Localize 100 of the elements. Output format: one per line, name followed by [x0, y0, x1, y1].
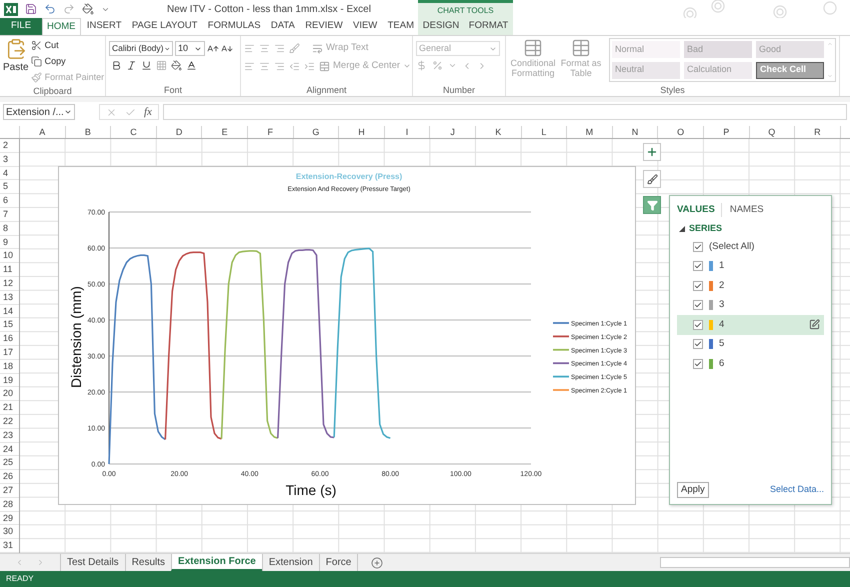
edit-series-icon[interactable]	[809, 319, 820, 330]
undo-icon[interactable]	[44, 3, 56, 15]
ribbon-tab[interactable]: INSERT	[82, 18, 126, 35]
row-header[interactable]: 11	[0, 263, 19, 277]
checkbox[interactable]	[693, 300, 703, 310]
ribbon-tab[interactable]: HOME	[42, 18, 80, 35]
apply-button[interactable]: Apply	[677, 482, 709, 498]
select-data-link[interactable]: Select Data...	[770, 483, 824, 497]
align-middle-icon[interactable]	[259, 42, 270, 54]
font-size-field[interactable]: 10	[175, 41, 205, 56]
chart-element-button[interactable]	[643, 196, 661, 214]
clipboard-command[interactable]: Cut	[30, 38, 104, 53]
currency-icon[interactable]	[416, 60, 427, 71]
save-icon[interactable]	[25, 3, 37, 15]
horizontal-scrollbar[interactable]	[660, 557, 850, 568]
row-header[interactable]: 29	[0, 512, 19, 526]
fill-color-icon[interactable]	[171, 60, 182, 71]
name-box[interactable]: Extension /...	[3, 104, 75, 120]
insert-function-button[interactable]: fx	[144, 104, 152, 120]
row-header[interactable]: 6	[0, 194, 19, 208]
checkbox[interactable]	[693, 242, 703, 252]
row-header[interactable]: 15	[0, 318, 19, 332]
column-header[interactable]: P	[704, 126, 750, 138]
column-header[interactable]: K	[476, 126, 522, 138]
column-header[interactable]: Q	[750, 126, 796, 138]
copy-icon[interactable]	[30, 56, 42, 67]
enter-icon[interactable]	[125, 106, 136, 118]
series-filter-item[interactable]: 2	[677, 276, 824, 296]
row-header[interactable]: 12	[0, 276, 19, 291]
column-header[interactable]: D	[156, 126, 202, 138]
row-header[interactable]: 13	[0, 290, 19, 305]
column-header[interactable]: F	[248, 126, 294, 138]
align-bottom-icon[interactable]	[274, 42, 285, 54]
redo-icon[interactable]	[63, 3, 75, 15]
ribbon-tab[interactable]: REVIEW	[301, 18, 347, 35]
percent-icon[interactable]	[432, 60, 443, 71]
row-header[interactable]: 26	[0, 470, 19, 484]
paste-button[interactable]: Paste	[3, 38, 29, 85]
row-header[interactable]: 18	[0, 360, 19, 374]
series-filter-item[interactable]: 5	[677, 334, 824, 354]
underline-icon[interactable]	[141, 60, 152, 71]
row-header[interactable]: 9	[0, 236, 19, 250]
row-header[interactable]: 19	[0, 374, 19, 388]
paint-bucket-icon[interactable]	[82, 3, 94, 15]
row-header[interactable]: 27	[0, 484, 19, 498]
checkbox[interactable]	[693, 358, 703, 369]
series-filter-item[interactable]: 4	[677, 315, 824, 334]
column-header[interactable]: L	[522, 126, 568, 138]
series-filter-item[interactable]: 6	[677, 354, 824, 374]
ribbon-tab[interactable]: DATA	[266, 18, 299, 35]
shrink-font-icon[interactable]	[221, 42, 233, 54]
ribbon-tab[interactable]: DESIGN	[418, 18, 464, 35]
increase-indent-icon[interactable]	[304, 60, 315, 72]
ribbon-tab[interactable]: TEAM	[384, 18, 418, 35]
spreadsheet-logo[interactable]	[4, 2, 18, 16]
column-header[interactable]: E	[202, 126, 248, 138]
checkbox[interactable]	[693, 339, 703, 350]
row-header[interactable]: 8	[0, 222, 19, 236]
checkbox[interactable]	[693, 261, 703, 272]
row-header[interactable]: 16	[0, 332, 19, 346]
ribbon-tab[interactable]: FILE	[0, 18, 42, 35]
row-header[interactable]: 21	[0, 401, 19, 415]
align-right-icon[interactable]	[274, 60, 285, 72]
series-filter-item[interactable]: 1	[677, 256, 824, 276]
borders-icon[interactable]	[156, 60, 167, 71]
align-top-icon[interactable]	[244, 42, 255, 54]
column-header[interactable]: O	[658, 126, 704, 138]
panel-tab[interactable]: NAMES	[730, 202, 770, 218]
column-header[interactable]: H	[339, 126, 385, 138]
row-header[interactable]: 14	[0, 304, 19, 318]
column-header[interactable]: C	[111, 126, 157, 138]
panel-tab[interactable]: VALUES	[677, 202, 722, 218]
column-header[interactable]: B	[66, 126, 112, 138]
column-header[interactable]: A	[20, 126, 66, 138]
scroll-left-icon[interactable]	[15, 558, 24, 567]
column-header[interactable]: R	[795, 126, 841, 138]
row-header[interactable]: 7	[0, 208, 19, 222]
clipboard-command[interactable]: Copy	[30, 54, 104, 69]
font-color-icon[interactable]	[186, 60, 197, 71]
chart-area[interactable]	[58, 166, 636, 505]
add-sheet-icon[interactable]	[371, 556, 384, 568]
column-header[interactable]: I	[384, 126, 430, 138]
column-header[interactable]: G	[294, 126, 340, 138]
scissors-icon[interactable]	[30, 40, 42, 51]
row-header[interactable]: 23	[0, 428, 19, 443]
scroll-right-icon[interactable]	[36, 558, 45, 567]
sheet-tab[interactable]: Extension Force	[171, 554, 262, 571]
ribbon-tab[interactable]: FORMAT	[464, 18, 512, 35]
chart-element-button[interactable]	[643, 143, 661, 161]
column-header[interactable]: M	[567, 126, 613, 138]
row-header[interactable]: 5	[0, 180, 19, 194]
expand-arrow-icon[interactable]	[679, 226, 685, 232]
ribbon-tab[interactable]: PAGE LAYOUT	[128, 18, 202, 35]
row-header[interactable]: 3	[0, 152, 19, 167]
cancel-icon[interactable]	[106, 106, 117, 118]
row-header[interactable]: 25	[0, 456, 19, 470]
series-filter-item[interactable]: (Select All)	[677, 237, 824, 256]
column-header[interactable]: N	[612, 126, 658, 138]
row-header[interactable]: 10	[0, 249, 19, 264]
row-header[interactable]: 28	[0, 498, 19, 512]
